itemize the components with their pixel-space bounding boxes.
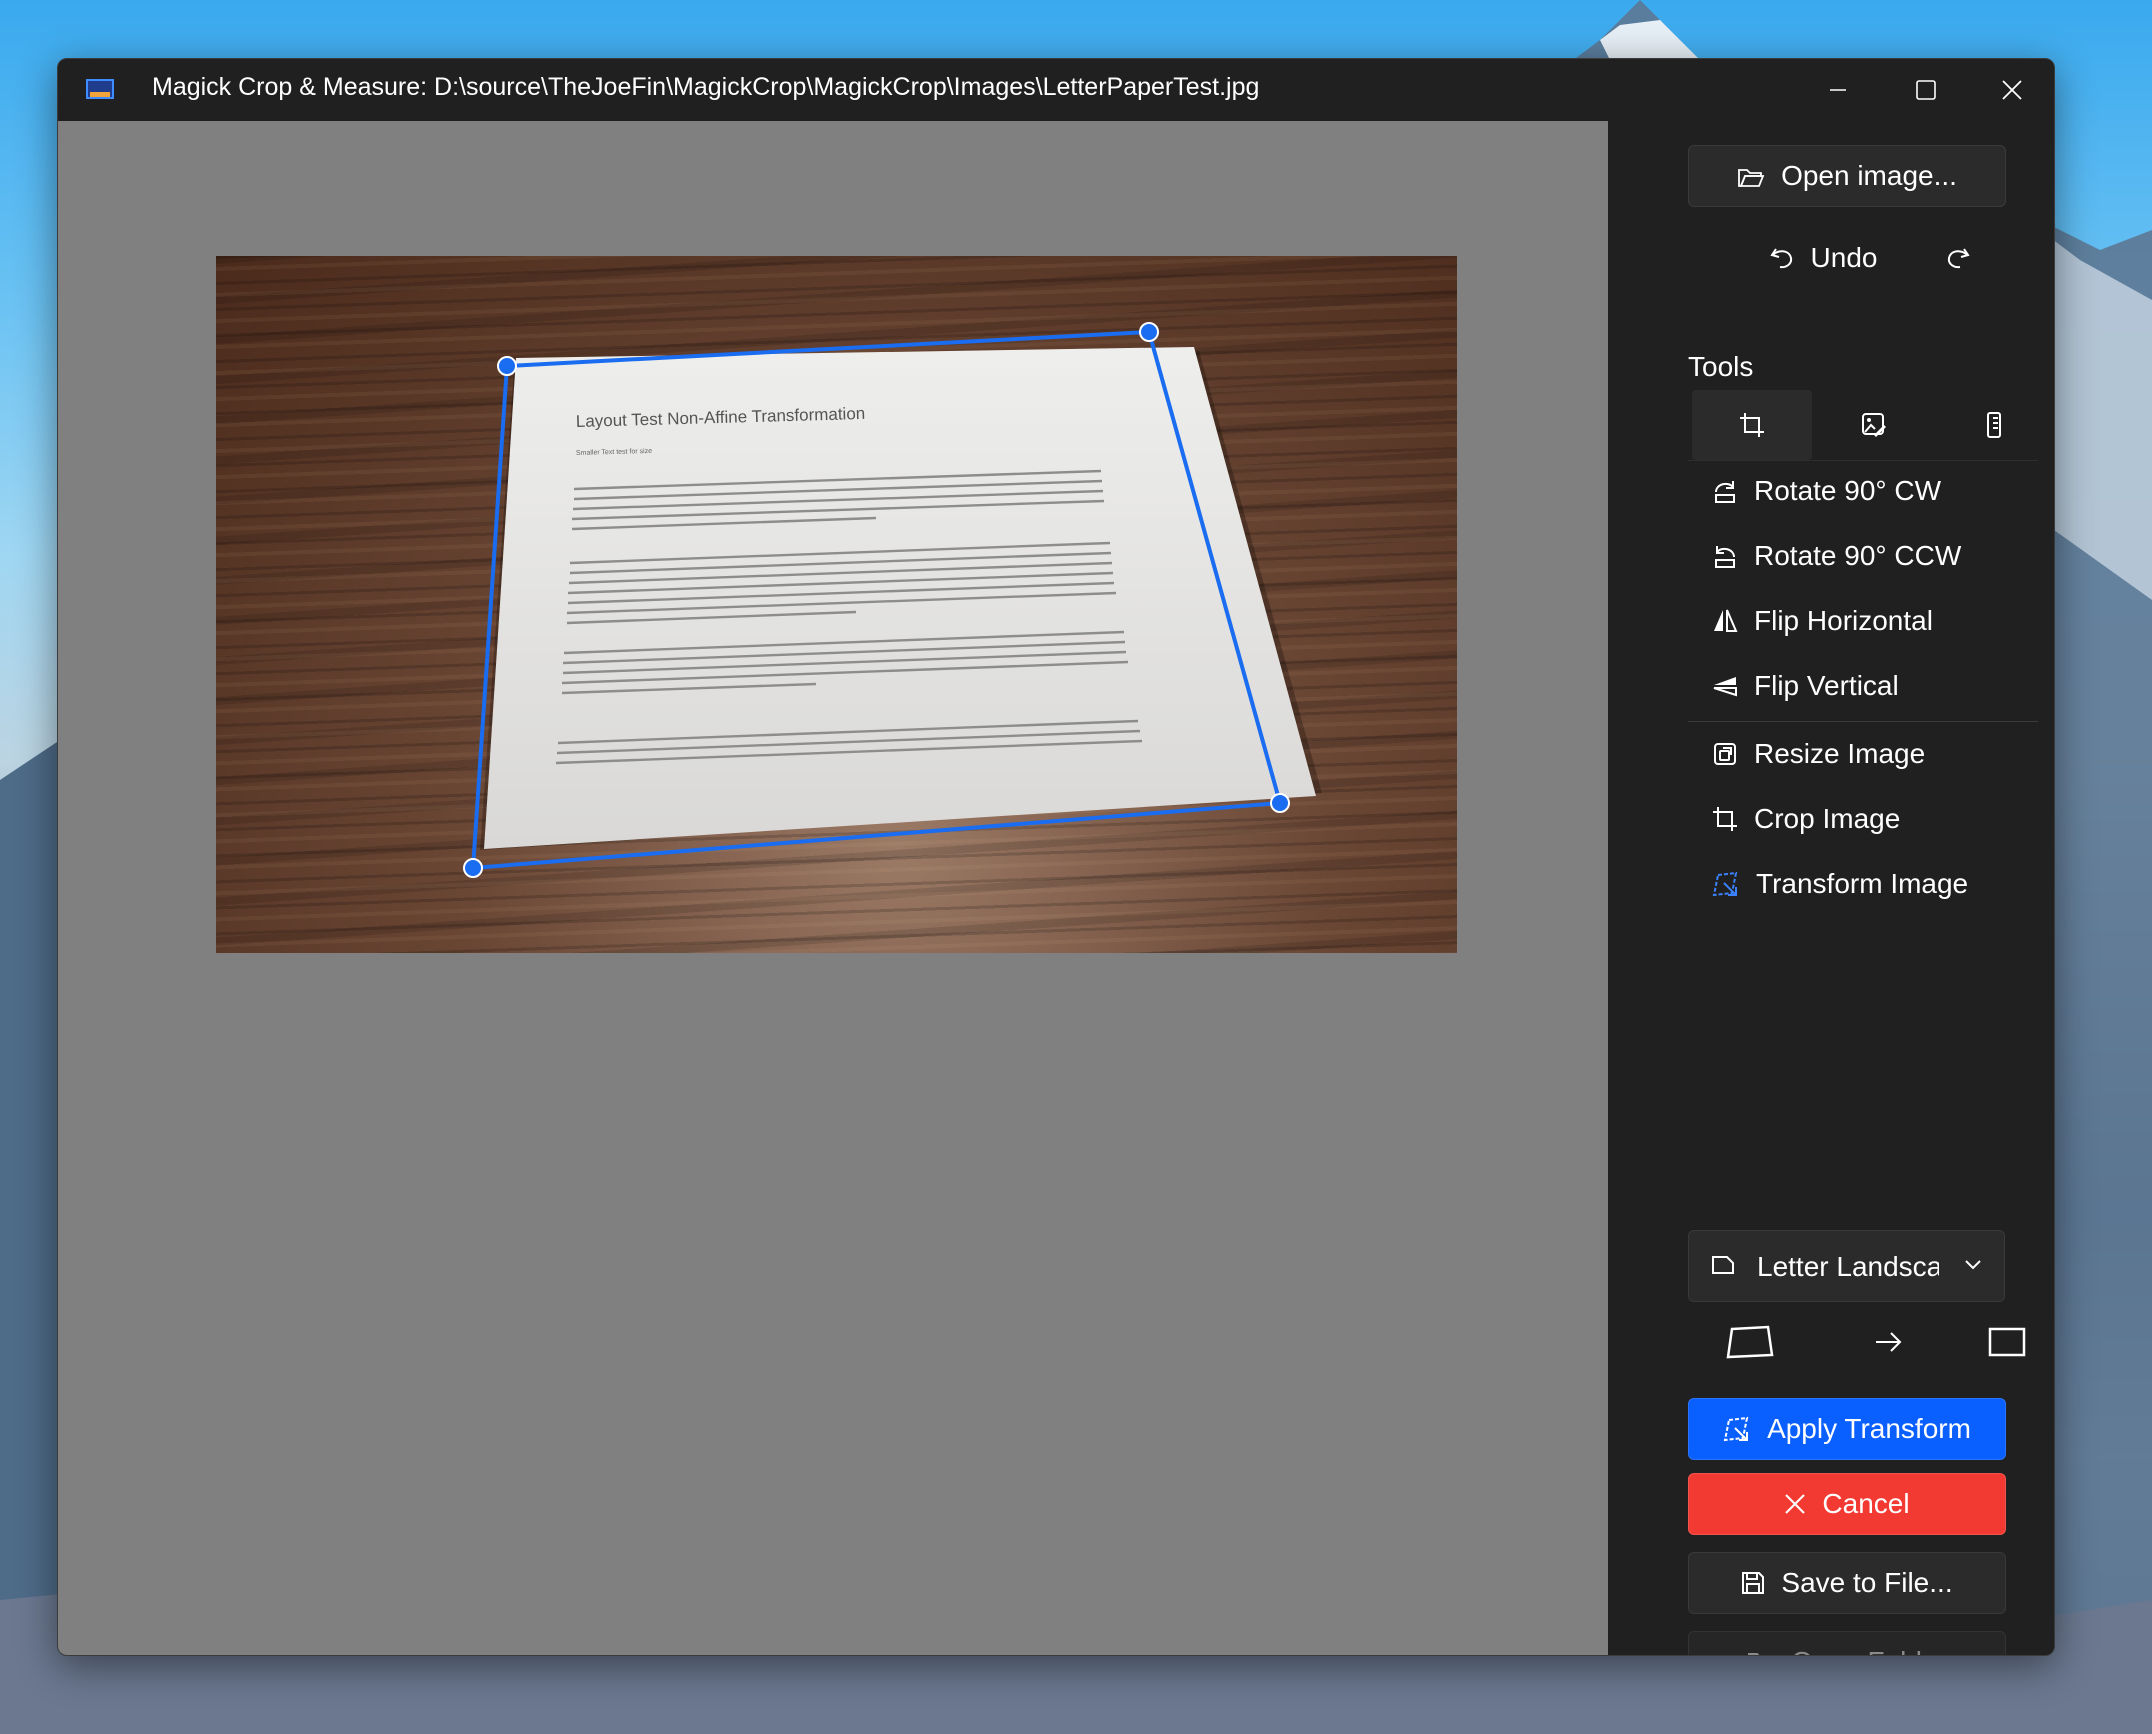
flip-vertical-icon [1712,673,1738,699]
ruler-icon [1984,412,2004,438]
corner-handle-bottom-left[interactable] [463,858,483,878]
undo-label: Undo [1810,242,1878,273]
crop-image-button[interactable]: Crop Image [1688,789,2038,849]
chevron-down-icon [1964,1259,1982,1271]
corner-handle-bottom-right[interactable] [1270,793,1290,813]
crop-icon [1712,806,1738,832]
flip-horizontal-button[interactable]: Flip Horizontal [1688,591,2038,651]
window-title: Magick Crop & Measure: D:\source\TheJoeF… [152,73,1260,101]
apply-transform-button[interactable]: Apply Transform [1688,1398,2006,1460]
rotate-ccw-label: Rotate 90° CCW [1754,540,1962,571]
undo-button[interactable]: Undo [1758,227,1888,289]
app-logo-icon [86,78,114,100]
tab-measure[interactable] [1934,390,2054,460]
sidebar: Open image... Undo Tools Rotate 90° CW R… [1608,121,2054,1655]
undo-icon [1769,245,1795,271]
app-window: Magick Crop & Measure: D:\source\TheJoeF… [57,58,2055,1656]
open-image-label: Open image... [1781,160,1957,191]
image-canvas[interactable]: Layout Test Non-Affine Transformation Sm… [58,121,1608,1655]
paper-size-dropdown[interactable]: Letter Landscape [1688,1230,2005,1302]
apply-transform-label: Apply Transform [1767,1413,1971,1444]
transform-icon [1723,1416,1751,1442]
image-edit-icon [1861,412,1887,438]
open-folder-button[interactable]: Open Folder [1688,1631,2006,1655]
page-icon [1711,1253,1735,1277]
folder-icon [1747,1650,1775,1655]
title-bar[interactable]: Magick Crop & Measure: D:\source\TheJoeF… [58,59,2054,121]
tools-label: Tools [1688,351,1754,382]
close-button[interactable] [1968,59,2054,121]
folder-open-icon [1737,164,1765,188]
crop-icon [1739,412,1765,438]
cancel-button[interactable]: Cancel [1688,1473,2006,1535]
rectangle-icon [1988,1325,2028,1359]
rotate-cw-label: Rotate 90° CW [1754,475,1942,506]
trapezoid-icon [1726,1325,1774,1359]
save-icon [1741,1571,1765,1595]
maximize-icon [1915,79,1937,101]
transform-image-label: Transform Image [1756,868,1969,899]
loaded-image: Layout Test Non-Affine Transformation Sm… [216,256,1457,953]
flip-vertical-label: Flip Vertical [1754,670,1899,701]
transform-icon [1712,871,1740,897]
paper-size-value: Letter Landscape [1757,1251,1939,1282]
rotate-cw-icon [1712,478,1738,504]
rotate-ccw-icon [1712,543,1738,569]
open-folder-label: Open Folder [1791,1646,1947,1655]
resize-image-label: Resize Image [1754,738,1926,769]
flip-horizontal-icon [1712,608,1738,634]
cancel-label: Cancel [1822,1488,1910,1519]
minimize-button[interactable] [1794,59,1882,121]
transform-image-button[interactable]: Transform Image [1688,854,2038,914]
flip-horizontal-label: Flip Horizontal [1754,605,1933,636]
resize-icon [1712,741,1738,767]
corner-handle-top-right[interactable] [1139,322,1159,342]
image-overlay: Layout Test Non-Affine Transformation Sm… [463,322,1322,878]
flip-vertical-button[interactable]: Flip Vertical [1688,656,2038,716]
open-image-button[interactable]: Open image... [1688,145,2006,207]
tab-crop[interactable] [1692,390,1812,460]
crop-image-label: Crop Image [1754,803,1901,834]
redo-icon [1945,245,1971,271]
rotate-cw-button[interactable]: Rotate 90° CW [1688,461,2038,521]
rotate-ccw-button[interactable]: Rotate 90° CCW [1688,526,2038,586]
actions-divider [1688,721,2038,722]
save-label: Save to File... [1781,1567,1953,1598]
maximize-button[interactable] [1882,59,1970,121]
arrow-right-icon [1874,1327,1904,1357]
close-icon [2001,79,2023,101]
save-to-file-button[interactable]: Save to File... [1688,1552,2006,1614]
close-icon [1784,1493,1806,1515]
minimize-icon [1828,80,1848,100]
resize-image-button[interactable]: Resize Image [1688,724,2038,784]
tab-image-edit[interactable] [1814,390,1934,460]
redo-button[interactable] [1928,227,1988,289]
corner-handle-top-left[interactable] [497,356,517,376]
